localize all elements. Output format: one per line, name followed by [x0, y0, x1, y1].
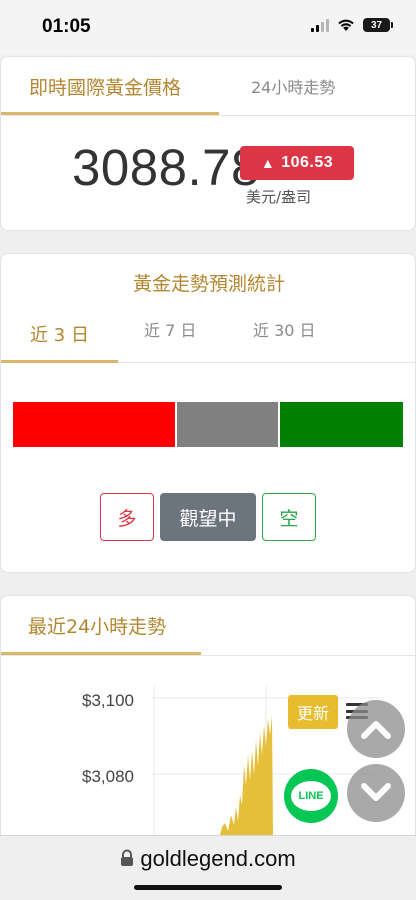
wifi-icon — [338, 19, 354, 31]
y-tick-label: $3,080 — [82, 767, 134, 786]
chevron-up-icon — [361, 721, 391, 739]
price-change-value: 106.53 — [281, 154, 334, 171]
status-icons: 37 — [311, 18, 393, 32]
tab-3-days[interactable]: 近 3 日 — [1, 304, 118, 363]
battery-icon: 37 — [363, 18, 393, 32]
tab-3-days-label: 近 3 日 — [30, 324, 89, 346]
forecast-bar-bull — [13, 402, 175, 447]
lock-icon — [121, 849, 134, 866]
scroll-down-button[interactable] — [347, 764, 405, 822]
tab-realtime-price[interactable]: 即時國際黃金價格 — [1, 57, 219, 115]
price-change-badge: ▲ 106.53 — [240, 146, 354, 180]
trend-header: 最近24小時走勢 — [1, 596, 415, 656]
watch-button[interactable]: 觀望中 — [160, 493, 256, 541]
forecast-bar-neutral — [177, 402, 278, 447]
home-indicator — [134, 885, 282, 890]
price-tabs: 即時國際黃金價格 24小時走勢 — [1, 57, 415, 116]
long-button[interactable]: 多 — [100, 493, 154, 541]
address-bar[interactable]: goldlegend.com — [0, 846, 416, 872]
line-label: LINE — [298, 790, 324, 802]
update-button[interactable]: 更新 — [288, 695, 338, 729]
y-tick-label: $3,100 — [82, 691, 134, 710]
tab-30-days[interactable]: 近 30 日 — [253, 304, 316, 354]
forecast-tabs: 近 3 日 近 7 日 近 30 日 — [1, 304, 415, 363]
price-unit: 美元/盎司 — [246, 188, 312, 206]
tab-7-days[interactable]: 近 7 日 — [144, 304, 196, 354]
scroll-up-button[interactable] — [347, 700, 405, 758]
tab-realtime-price-label: 即時國際黃金價格 — [29, 76, 182, 99]
trend-area — [220, 715, 273, 835]
url-text: goldlegend.com — [140, 846, 296, 871]
forecast-bar-bear — [280, 402, 403, 447]
status-time: 01:05 — [42, 16, 91, 37]
chevron-down-icon — [361, 783, 391, 801]
up-arrow-icon: ▲ — [260, 155, 276, 171]
active-tab-underline — [1, 112, 219, 115]
tab-7-days-label: 近 7 日 — [144, 321, 197, 340]
active-tab-underline — [1, 360, 118, 363]
gold-price: 3088.78 — [72, 139, 260, 196]
short-button[interactable]: 空 — [262, 493, 316, 541]
status-bar: 01:05 37 — [0, 0, 416, 54]
forecast-title: 黃金走勢預測統計 — [132, 273, 285, 295]
tab-24h-trend[interactable]: 24小時走勢 — [251, 57, 335, 115]
trend-title: 最近24小時走勢 — [28, 616, 167, 638]
line-chat-button[interactable]: LINE — [284, 769, 338, 823]
signal-icon — [311, 18, 329, 32]
browser-bar: goldlegend.com — [0, 835, 416, 900]
tab-30-days-label: 近 30 日 — [253, 321, 316, 340]
tab-24h-trend-label: 24小時走勢 — [251, 78, 336, 97]
line-icon: LINE — [291, 781, 331, 811]
